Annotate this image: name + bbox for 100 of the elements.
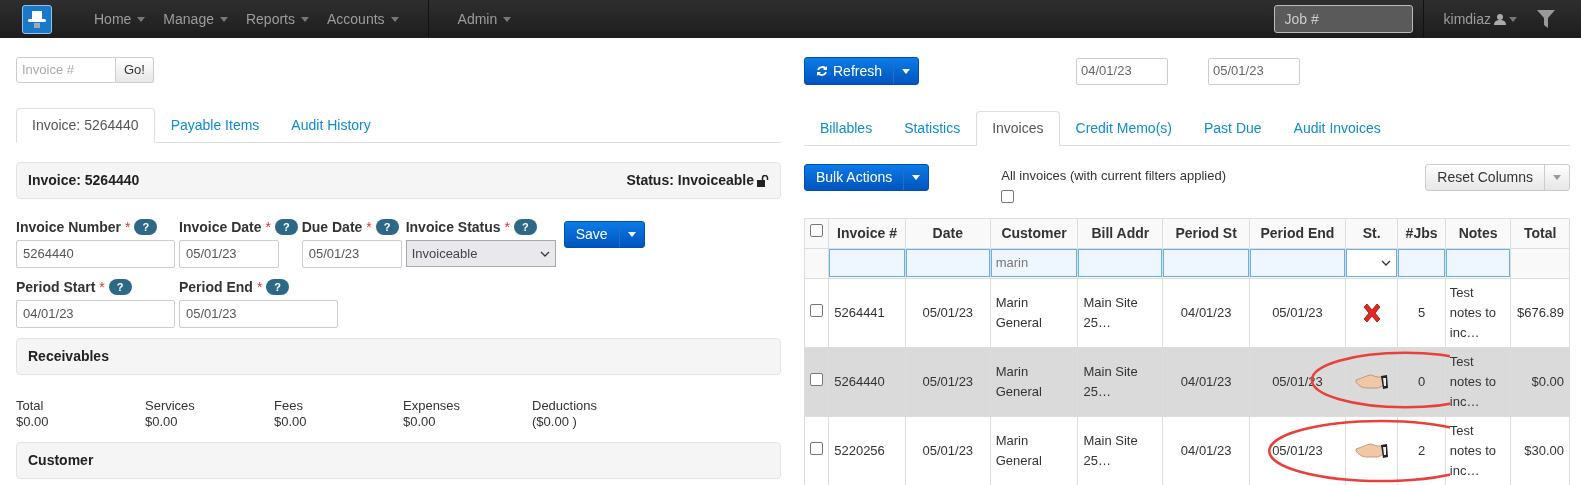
checkbox[interactable] (810, 441, 824, 455)
help-badge[interactable]: ? (134, 219, 158, 235)
nav-menu-item[interactable]: Reports (236, 8, 318, 30)
total-value: $0.00 (145, 414, 179, 430)
total-value: $0.00 (16, 414, 50, 430)
caret-icon (1553, 175, 1561, 180)
field-label: Due Date (301, 217, 363, 237)
field-label: Invoice Date (179, 217, 262, 237)
total-label: Total (16, 398, 45, 414)
filter-field[interactable] (905, 249, 990, 277)
table-cell: Marin General (990, 347, 1078, 416)
status-text: Status: Invoiceable (626, 171, 754, 190)
input-field[interactable]: 04/01/23 (16, 300, 175, 328)
filter-field[interactable] (1445, 249, 1511, 277)
filter-field[interactable] (1078, 249, 1163, 277)
tab[interactable]: Billables (804, 111, 889, 146)
input-field[interactable]: 5264440 (16, 240, 175, 268)
table-cell: $676.89 (1510, 278, 1570, 347)
panel-title: Receivables (28, 347, 109, 366)
refresh-button[interactable]: Refresh (804, 57, 920, 85)
input-field[interactable]: 05/01/23 (301, 240, 402, 268)
column-header[interactable]: Bill Addr (1077, 218, 1163, 248)
tab[interactable]: Invoice: 5264440 (16, 108, 155, 143)
nav-menu-item[interactable]: Manage (154, 8, 237, 30)
user-menu[interactable]: kimdiaz (1443, 8, 1517, 30)
filter-field[interactable] (1398, 249, 1445, 277)
input-field[interactable]: 05/01/23 (179, 300, 338, 328)
hand-icon (1353, 440, 1390, 461)
reset-columns-button[interactable]: Reset Columns (1425, 164, 1570, 191)
date-from-field[interactable]: 04/01/23 (1076, 57, 1169, 85)
checkbox[interactable] (1001, 189, 1015, 203)
bulk-actions-button[interactable]: Bulk Actions (804, 164, 930, 191)
total-label: Deductions (532, 398, 599, 414)
panel-title: Invoice: 5264440 (28, 171, 140, 190)
filter-field[interactable] (1163, 249, 1249, 277)
tab[interactable]: Statistics (888, 111, 977, 146)
column-header[interactable]: Notes (1445, 218, 1511, 248)
job-search-field[interactable]: Job # (1273, 5, 1413, 33)
required-mark: * (366, 217, 372, 237)
help-badge[interactable]: ? (274, 219, 298, 235)
required-mark: * (125, 217, 131, 237)
column-header[interactable]: Customer (990, 218, 1078, 248)
checkbox[interactable] (810, 372, 824, 386)
table-row[interactable]: 5220256 05/01/23 Marin General Main Site 25… 04/01/23 05/01/23 2 Test notes to inc… $30.00 (804, 416, 1570, 485)
input-field[interactable]: 05/01/23 (179, 240, 279, 268)
chevron-icon (1381, 260, 1392, 266)
logo-icon[interactable] (22, 4, 52, 34)
nav-menu-item[interactable]: Home (85, 8, 155, 30)
required-mark: * (265, 217, 271, 237)
save-button[interactable]: Save (563, 221, 645, 248)
column-header[interactable]: St. (1345, 218, 1398, 248)
required-mark: * (99, 277, 105, 297)
nav-menu-item[interactable]: Accounts (318, 8, 408, 30)
panel-title: Customer (28, 451, 94, 470)
table-cell: 5 (1397, 278, 1446, 347)
total-label: Services (145, 398, 196, 414)
filter-field[interactable]: marin (990, 249, 1078, 277)
tab[interactable]: Audit Invoices (1277, 111, 1397, 146)
table-row[interactable]: 5264441 05/01/23 Marin General Main Site 25… 04/01/23 05/01/23 5 Test notes to inc… $676.89 (804, 278, 1570, 347)
checkbox[interactable] (810, 303, 824, 317)
column-header[interactable]: Invoice # (828, 218, 906, 248)
nav-menu-item[interactable]: Admin (448, 8, 521, 30)
caret-icon (912, 175, 921, 180)
table-cell: 04/01/23 (1162, 347, 1250, 416)
filter-icon[interactable] (1537, 10, 1555, 28)
hand-icon (1353, 371, 1390, 392)
column-header[interactable]: Total (1510, 218, 1570, 248)
refresh-icon (816, 65, 828, 77)
tab[interactable]: Credit Memo(s) (1059, 111, 1188, 146)
field-label: Period Start (16, 277, 96, 297)
column-header[interactable]: #Jbs (1397, 218, 1446, 248)
column-header[interactable]: Period St (1162, 218, 1250, 248)
tab[interactable]: Invoices (976, 111, 1060, 146)
go-button[interactable]: Go! (116, 57, 154, 83)
total-value: $0.00 (403, 414, 437, 430)
help-badge[interactable]: ? (266, 279, 290, 295)
caret-icon (627, 232, 636, 237)
field-label: Invoice Status (405, 217, 501, 237)
help-badge[interactable]: ? (108, 279, 132, 295)
help-badge[interactable]: ? (514, 219, 537, 235)
all-invoices-label: All invoices (with current filters applied) (1001, 167, 1226, 185)
caret-icon (1509, 16, 1517, 22)
help-badge[interactable]: ? (375, 219, 399, 235)
tab[interactable]: Past Due (1188, 111, 1278, 146)
tab[interactable]: Audit History (275, 108, 387, 143)
filter-field[interactable] (829, 249, 905, 277)
column-header[interactable]: Period End (1249, 218, 1346, 248)
notes-text: Test notes to inc… (1449, 351, 1508, 412)
required-mark: * (256, 277, 263, 297)
tab[interactable]: Payable Items (154, 108, 276, 143)
column-header[interactable]: Date (905, 218, 991, 248)
date-to-field[interactable]: 05/01/23 (1208, 57, 1301, 85)
filter-field[interactable] (1250, 249, 1345, 277)
status-select[interactable]: Invoiceable (405, 240, 556, 267)
checkbox[interactable] (810, 224, 824, 238)
table-cell: $0.00 (1510, 347, 1570, 416)
total-value: ($0.00 ) (532, 414, 578, 430)
caret-icon (902, 68, 911, 74)
table-cell: Main Site 25… (1077, 347, 1163, 416)
filter-select[interactable] (1345, 249, 1398, 277)
